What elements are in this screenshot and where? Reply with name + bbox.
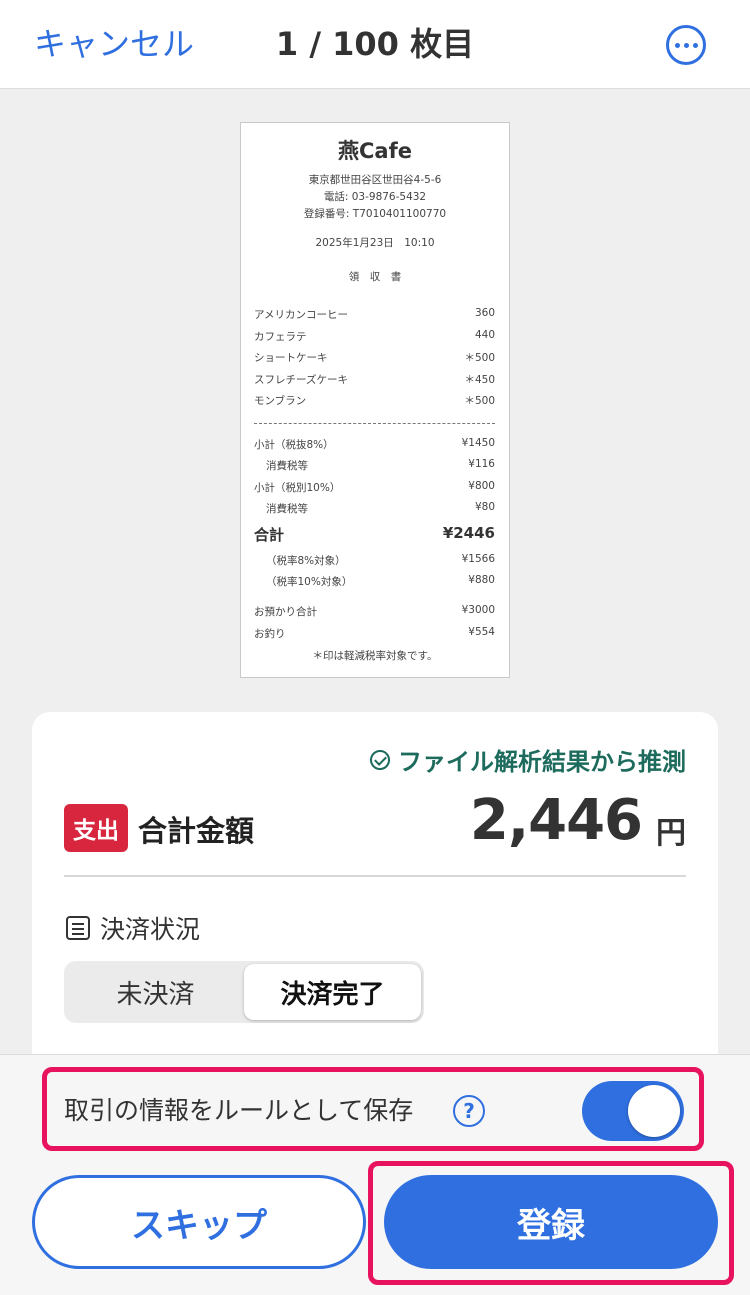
expense-badge: 支出	[64, 804, 128, 852]
receipt-payment: お預かり合計 ¥3000	[254, 604, 495, 618]
inferred-notice: ファイル解析結果から推測	[370, 742, 686, 777]
receipt-item: スフレチーズケーキ ＊450	[254, 374, 495, 386]
segment-unpaid[interactable]: 未決済	[67, 964, 244, 1020]
receipt-item: カフェラテ 440	[254, 329, 495, 343]
payment-status-label: 決済状況	[100, 915, 201, 944]
save-as-rule-toggle[interactable]	[582, 1081, 684, 1141]
receipt-address: 東京都世田谷区世田谷4-5-6	[308, 174, 442, 186]
receipt-breakdown: （税率10%対象） ¥880	[266, 574, 495, 588]
receipt-tax: 消費税等 ¥80	[266, 501, 495, 515]
receipt-footnote: ＊印は軽減税率対象です。	[312, 650, 438, 662]
total-amount-value[interactable]: 2,446	[470, 788, 643, 853]
total-amount-label: 合計金額	[138, 814, 255, 848]
receipt-item: モンブラン ＊500	[254, 395, 495, 407]
register-button[interactable]: 登録	[384, 1175, 718, 1269]
receipt-shop-name: 燕Cafe	[338, 139, 412, 163]
divider	[64, 875, 686, 877]
receipt-doc-title: 領 収 書	[348, 271, 402, 283]
receipt-item: アメリカンコーヒー 360	[254, 307, 495, 321]
receipt-datetime: 2025年1月23日 10:10	[315, 237, 435, 249]
header-bar: キャンセル 1 / 100 枚目	[0, 0, 750, 89]
payment-status-header: 決済状況	[66, 910, 200, 946]
payment-status-segmented-control: 未決済 決済完了	[64, 961, 424, 1023]
inferred-text: ファイル解析結果から推測	[398, 748, 686, 776]
receipt-subtotal: 小計（税抜8%） ¥1450	[254, 437, 495, 451]
save-as-rule-label: 取引の情報をルールとして保存	[64, 1096, 414, 1125]
currency-label: 円	[656, 816, 686, 851]
page-title: 1 / 100 枚目	[275, 25, 475, 63]
receipt-breakdown: （税率8%対象） ¥1566	[266, 553, 495, 567]
receipt-preview[interactable]: 燕Cafe 東京都世田谷区世田谷4-5-6 電話: 03-9876-5432 登…	[240, 122, 510, 678]
receipt-list-icon	[66, 916, 90, 940]
bottom-action-sheet: 取引の情報をルールとして保存 ? スキップ 登録	[0, 1054, 750, 1295]
receipt-total: 合計 ¥2446	[254, 524, 495, 544]
receipt-item: ショートケーキ ＊500	[254, 352, 495, 364]
receipt-phone: 電話: 03-9876-5432	[323, 191, 427, 203]
check-circle-icon	[370, 749, 390, 770]
receipt-tax: 消費税等 ¥116	[266, 458, 495, 472]
receipt-registration-number: 登録番号: T7010401100770	[303, 208, 447, 220]
receipt-subtotal: 小計（税別10%） ¥800	[254, 480, 495, 494]
help-icon[interactable]: ?	[453, 1095, 485, 1127]
toggle-knob	[628, 1085, 680, 1137]
receipt-change: お釣り ¥554	[254, 626, 495, 640]
receipt-divider	[254, 423, 495, 424]
more-options-icon[interactable]	[666, 25, 706, 65]
skip-button[interactable]: スキップ	[32, 1175, 366, 1269]
segment-paid[interactable]: 決済完了	[244, 964, 421, 1020]
